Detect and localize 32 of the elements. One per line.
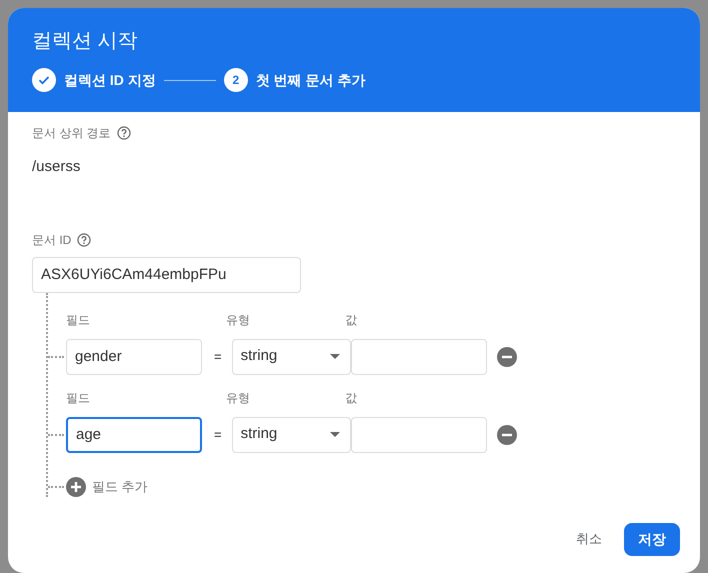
field-label: 유형 [226, 312, 251, 328]
add-icon[interactable] [66, 476, 86, 496]
value-input[interactable] [350, 338, 487, 374]
field-label: 유형 [226, 390, 251, 406]
dialog-title: 컬렉션 시작 [32, 29, 139, 54]
field-name-input[interactable]: age [66, 416, 202, 452]
field-label: 문서 ID [32, 232, 72, 248]
add-field-link[interactable]: 필드 추가 [92, 476, 148, 496]
caret-icon [330, 354, 340, 359]
step-number: 2 [224, 68, 248, 92]
step-label[interactable]: 첫 번째 문서 추가 [256, 70, 366, 90]
field-label: 값 [345, 390, 357, 406]
field-label: 문서 상위 경로 [32, 125, 111, 142]
type-select[interactable]: string [232, 338, 351, 374]
step-label[interactable]: 컬렉션 ID 지정 [64, 70, 156, 90]
save-button[interactable]: 저장 [624, 522, 680, 556]
remove-icon[interactable] [496, 346, 517, 366]
field-label: 필드 [66, 312, 91, 328]
cancel-button[interactable]: 취소 [570, 528, 608, 550]
caret-icon [330, 432, 340, 437]
field-label: 필드 [66, 390, 91, 406]
document-id-field[interactable]: ASX6UYi6CAm44embpFPu [32, 256, 301, 292]
help-icon[interactable] [77, 232, 92, 246]
field-label: 값 [345, 312, 357, 328]
type-select[interactable]: string [232, 416, 351, 452]
path-value: /userss [32, 157, 82, 177]
equals-sign: = [214, 348, 222, 366]
help-icon[interactable] [116, 126, 131, 140]
value-input[interactable] [350, 416, 487, 452]
field-name-input[interactable]: gender [66, 338, 202, 374]
equals-sign: = [214, 426, 222, 444]
remove-icon[interactable] [496, 424, 517, 444]
